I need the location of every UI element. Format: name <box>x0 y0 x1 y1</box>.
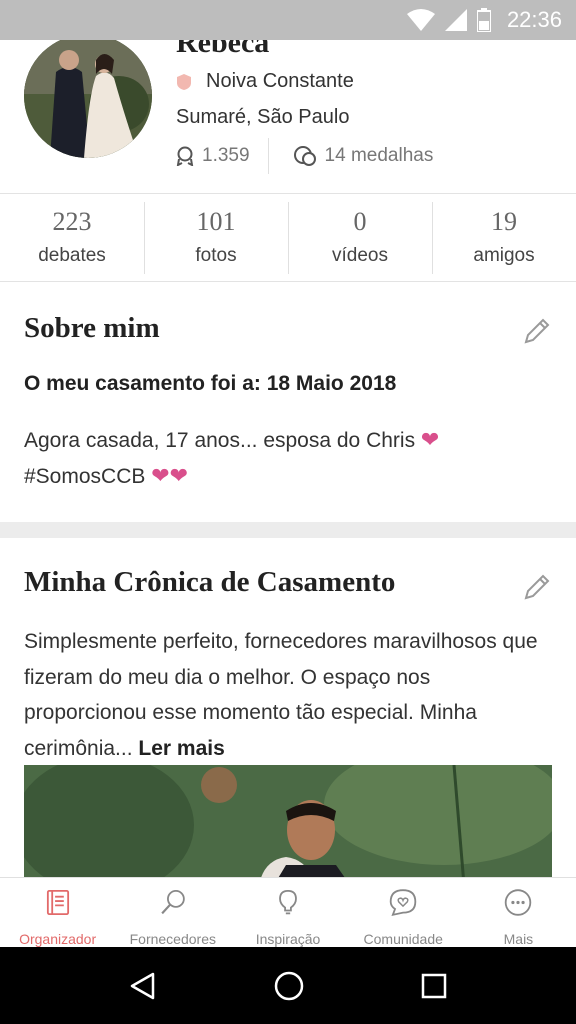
about-title: Sobre mim <box>24 312 160 344</box>
pencil-icon[interactable] <box>522 316 552 346</box>
more-dots-icon <box>505 889 532 916</box>
count-photos[interactable]: 101 fotos <box>144 194 288 281</box>
section-divider <box>0 522 576 538</box>
wifi-icon <box>406 9 435 31</box>
pencil-icon[interactable] <box>522 572 552 602</box>
profile-stats: 1.359 14 medalhas <box>176 138 433 174</box>
lightbulb-icon <box>279 889 297 915</box>
recents-icon[interactable] <box>420 972 448 1000</box>
badge-shield-icon <box>177 73 191 90</box>
bottom-navigation: Organizador Fornecedores Inspiração Comu… <box>0 877 576 947</box>
count-label: fotos <box>195 244 237 266</box>
count-value: 223 <box>52 206 92 236</box>
count-value: 19 <box>491 206 517 236</box>
back-icon[interactable] <box>128 971 158 1001</box>
system-navigation-bar <box>0 947 576 1024</box>
avatar[interactable] <box>24 40 152 158</box>
count-label: vídeos <box>332 244 388 266</box>
medals-value: 14 medalhas <box>324 145 434 166</box>
points-value: 1.359 <box>202 145 250 166</box>
wedding-date: O meu casamento foi a: 18 Maio 2018 <box>24 372 397 395</box>
chat-heart-icon <box>389 889 417 917</box>
search-icon <box>161 889 185 915</box>
count-debates[interactable]: 223 debates <box>0 194 144 281</box>
medals-icon <box>293 146 316 166</box>
count-label: debates <box>38 244 106 266</box>
stats-divider <box>267 138 269 174</box>
signal-icon <box>444 9 467 31</box>
count-value: 101 <box>196 206 236 236</box>
count-label: amigos <box>473 244 535 266</box>
profile-header: Rebeca Noiva Constante Sumaré, São Paulo… <box>0 40 576 194</box>
location: Sumaré, São Paulo <box>176 106 350 128</box>
chronicle-title: Minha Crônica de Casamento <box>24 566 396 598</box>
status-bar: 22:36 <box>0 0 576 40</box>
clock: 22:36 <box>506 7 562 32</box>
nav-label: Mais <box>503 931 534 947</box>
nav-label: Inspiração <box>255 931 321 947</box>
about-line: #SomosCCB ❤❤ <box>24 458 554 494</box>
nav-community[interactable]: Comunidade <box>346 878 461 947</box>
planner-book-icon <box>46 889 69 916</box>
nav-vendors[interactable]: Fornecedores <box>115 878 230 947</box>
about-hashtag: #SomosCCB <box>24 465 146 488</box>
medals-stat[interactable]: 14 medalhas <box>293 145 434 167</box>
role-label: Noiva Constante <box>206 70 354 92</box>
points-stat[interactable]: 1.359 <box>176 145 250 167</box>
battery-icon <box>476 8 491 32</box>
nav-label: Fornecedores <box>129 931 216 947</box>
medal-ribbon-icon <box>176 146 194 166</box>
role-row: Noiva Constante <box>176 70 354 93</box>
chronicle-section: Minha Crônica de Casamento Simplesmente … <box>0 538 576 878</box>
nav-inspiration[interactable]: Inspiração <box>230 878 345 947</box>
nav-label: Organizador <box>19 931 97 947</box>
about-line-text: Agora casada, 17 anos... esposa do Chris <box>24 429 416 452</box>
count-value: 0 <box>353 206 367 236</box>
about-section: Sobre mim O meu casamento foi a: 18 Maio… <box>0 282 576 522</box>
count-friends[interactable]: 19 amigos <box>432 194 576 281</box>
read-more-link[interactable]: Ler mais <box>138 737 224 760</box>
count-videos[interactable]: 0 vídeos <box>288 194 432 281</box>
heart-icon: ❤ <box>151 463 170 488</box>
about-line: Agora casada, 17 anos... esposa do Chris… <box>24 422 554 458</box>
profile-counts: 223 debates 101 fotos 0 vídeos 19 amigos <box>0 194 576 282</box>
chronicle-text: Simplesmente perfeito, fornecedores mara… <box>24 624 556 766</box>
home-icon[interactable] <box>273 970 305 1002</box>
nav-label: Comunidade <box>363 931 443 947</box>
nav-organizer[interactable]: Organizador <box>0 878 115 947</box>
heart-icon: ❤ <box>169 463 189 488</box>
nav-more[interactable]: Mais <box>461 878 576 947</box>
about-text: Agora casada, 17 anos... esposa do Chris… <box>24 422 554 494</box>
chronicle-photo[interactable] <box>24 765 552 878</box>
profile-name: Rebeca <box>176 40 270 59</box>
heart-icon: ❤ <box>420 427 440 452</box>
chronicle-excerpt: Simplesmente perfeito, fornecedores mara… <box>24 630 538 760</box>
